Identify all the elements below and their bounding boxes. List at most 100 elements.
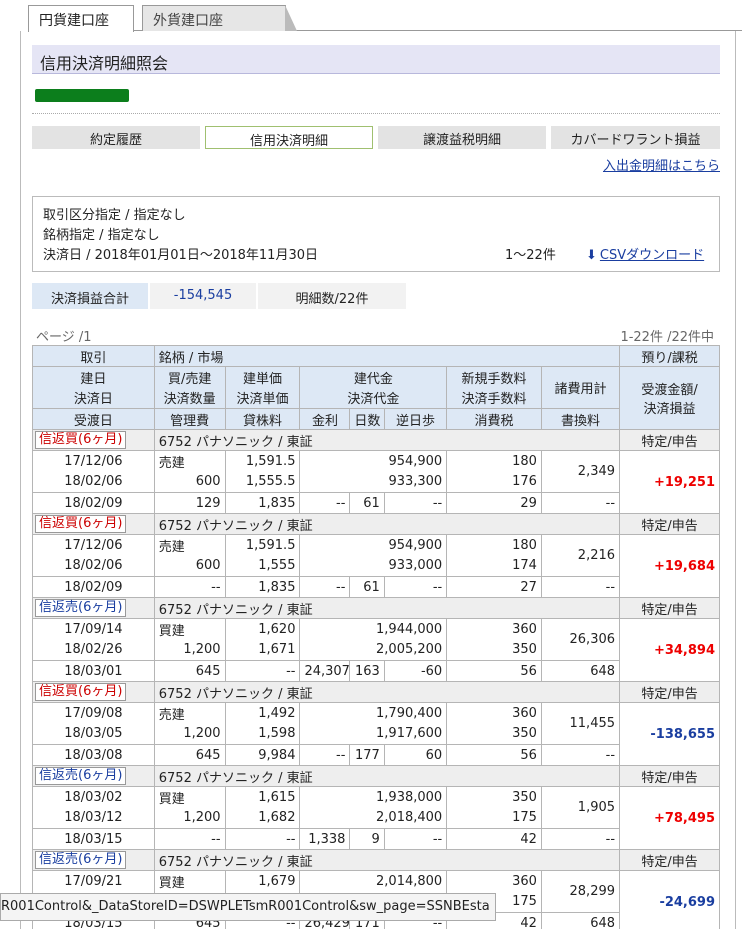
trade-type-cell: 信返売(6ヶ月) <box>32 765 155 787</box>
new-fee: 180 <box>446 534 542 556</box>
new-fee: 360 <box>446 618 542 640</box>
consumption-tax: 29 <box>446 492 542 514</box>
open-amount: 1,790,400 <box>299 702 448 724</box>
record-header-row: 信返買(6ヶ月) 6752 パナソニック / 東証 特定/申告 <box>32 513 720 535</box>
consumption-tax: 56 <box>446 660 542 682</box>
pl-total-value: -154,545 <box>150 283 256 309</box>
stock-name: 6752 パナソニック / 東証 <box>153 849 621 871</box>
reverse-fee: 60 <box>383 744 448 766</box>
page-indicator: ページ /1 <box>36 330 92 345</box>
stock-name: 6752 パナソニック / 東証 <box>153 513 621 535</box>
settle-qty: 1,200 <box>153 723 226 745</box>
open-amount: 954,900 <box>299 534 448 556</box>
record-row-delivery: 18/03/08 645 9,984 -- 177 60 56 -- <box>32 744 720 766</box>
misc-total: 2,216 <box>540 534 621 577</box>
new-fee: 360 <box>446 702 542 724</box>
header-open-price: 建単価 <box>224 366 301 388</box>
settle-fee: 174 <box>446 555 542 577</box>
header-lending-fee: 貸株料 <box>224 408 301 430</box>
stock-name: 6752 パナソニック / 東証 <box>153 429 621 451</box>
header-settle-fee: 決済手数料 <box>446 387 542 409</box>
settle-qty: 1,200 <box>153 639 226 661</box>
result-range: 1-22件 /22件中 <box>620 330 714 345</box>
open-date: 17/09/08 <box>32 702 155 724</box>
header-interest: 金利 <box>299 408 351 430</box>
trade-type-cell: 信返買(6ヶ月) <box>32 681 155 703</box>
delivery-date: 18/03/08 <box>32 744 155 766</box>
record-row-open: 17/12/06 売建 1,591.5 954,900 180 2,349 +19,251 <box>32 450 720 514</box>
settle-fee: 350 <box>446 639 542 661</box>
header-new-fee: 新規手数料 <box>446 366 542 388</box>
new-fee: 360 <box>446 870 542 892</box>
stock-name: 6752 パナソニック / 東証 <box>153 681 621 703</box>
header-consumption-tax: 消費税 <box>446 408 542 430</box>
buysell-type: 買建 <box>153 786 226 808</box>
days: 61 <box>349 492 385 514</box>
settle-pl: -24,699 <box>619 870 720 929</box>
settle-pl: +19,251 <box>619 450 720 514</box>
record-row-open: 17/09/08 売建 1,492 1,790,400 360 11,455 -138,65… <box>32 702 720 766</box>
open-price: 1,620 <box>224 618 301 640</box>
settle-price: 1,598 <box>224 723 301 745</box>
open-amount: 1,944,000 <box>299 618 448 640</box>
record-header-row: 信返売(6ヶ月) 6752 パナソニック / 東証 特定/申告 <box>32 597 720 619</box>
filter-summary: 取引区分指定 / 指定なし 銘柄指定 / 指定なし 決済日 / 2018年01月… <box>32 196 720 272</box>
download-icon: ⬇ <box>586 248 597 263</box>
subtab-transfer-tax[interactable]: 譲渡益税明細 <box>378 126 546 149</box>
delivery-date: 18/03/15 <box>32 828 155 850</box>
header-settle-date: 決済日 <box>32 387 155 409</box>
trade-type-badge: 信返買(6ヶ月) <box>35 683 127 701</box>
open-amount: 1,938,000 <box>299 786 448 808</box>
settle-price: 1,555.5 <box>224 471 301 493</box>
filter-count: 1～22件 <box>505 248 556 263</box>
header-reverse: 逆日歩 <box>383 408 448 430</box>
pl-total-label: 決済損益合計 <box>32 283 148 309</box>
settle-fee: 350 <box>446 723 542 745</box>
reverse-fee: -- <box>383 492 448 514</box>
rewrite-fee: -- <box>540 828 621 850</box>
tab-yen-account[interactable]: 円貨建口座 <box>28 5 134 32</box>
lending-fee: 1,835 <box>224 492 301 514</box>
new-fee: 350 <box>446 786 542 808</box>
csv-download-link[interactable]: ⬇ CSVダウンロード <box>586 246 704 266</box>
settle-price: 1,682 <box>224 807 301 829</box>
lending-fee: 1,835 <box>224 576 301 598</box>
open-price: 1,679 <box>224 870 301 892</box>
settle-date: 18/02/26 <box>32 639 155 661</box>
header-buysell-open: 買/売建 <box>153 366 226 388</box>
settle-qty: 1,200 <box>153 807 226 829</box>
record-row-open: 18/03/02 買建 1,615 1,938,000 350 1,905 +78,495 <box>32 786 720 850</box>
deposit-history-link[interactable]: 入出金明細はこちら <box>603 155 720 174</box>
page-title: 信用決済明細照会 <box>32 45 720 74</box>
record-row-open: 17/09/14 買建 1,620 1,944,000 360 26,306 +34,894 <box>32 618 720 682</box>
trade-type-cell: 信返売(6ヶ月) <box>32 597 155 619</box>
tax-category: 特定/申告 <box>619 597 720 619</box>
mgmt-fee: 645 <box>153 660 226 682</box>
open-amount: 2,014,800 <box>299 870 448 892</box>
buysell-type: 売建 <box>153 534 226 556</box>
rewrite-fee: -- <box>540 492 621 514</box>
header-open-amount: 建代金 <box>299 366 448 388</box>
settlement-table: 取引 銘柄 / 市場 預り/課税 建日 買/売建 建単価 建代金 新規手数料 諸… <box>32 345 720 929</box>
settle-qty: 600 <box>153 555 226 577</box>
subtab-trade-history[interactable]: 約定履歴 <box>32 126 200 149</box>
record-row-delivery: 18/03/15 -- -- 1,338 9 -- 42 -- <box>32 828 720 850</box>
consumption-tax: 56 <box>446 744 542 766</box>
header-deposit-tax: 預り/課税 <box>619 345 720 367</box>
trade-type-badge: 信返買(6ヶ月) <box>35 431 127 449</box>
subtab-margin-settlement[interactable]: 信用決済明細 <box>205 126 373 149</box>
rewrite-fee: -- <box>540 576 621 598</box>
account-tabs: 円貨建口座 外貨建口座 <box>28 5 742 32</box>
days: 177 <box>349 744 385 766</box>
header-settle-amount: 決済代金 <box>299 387 448 409</box>
header-misc: 諸費用計 <box>540 366 621 409</box>
subtab-covered-warrant[interactable]: カバードワラント損益 <box>551 126 720 149</box>
trade-type-badge: 信返売(6ヶ月) <box>35 767 127 785</box>
lending-fee: -- <box>224 660 301 682</box>
interest: -- <box>299 576 351 598</box>
redacted-account-bar <box>35 89 129 102</box>
misc-total: 11,455 <box>540 702 621 745</box>
tab-foreign-account[interactable]: 外貨建口座 <box>142 5 297 31</box>
buysell-type: 売建 <box>153 702 226 724</box>
settle-pl: +78,495 <box>619 786 720 850</box>
